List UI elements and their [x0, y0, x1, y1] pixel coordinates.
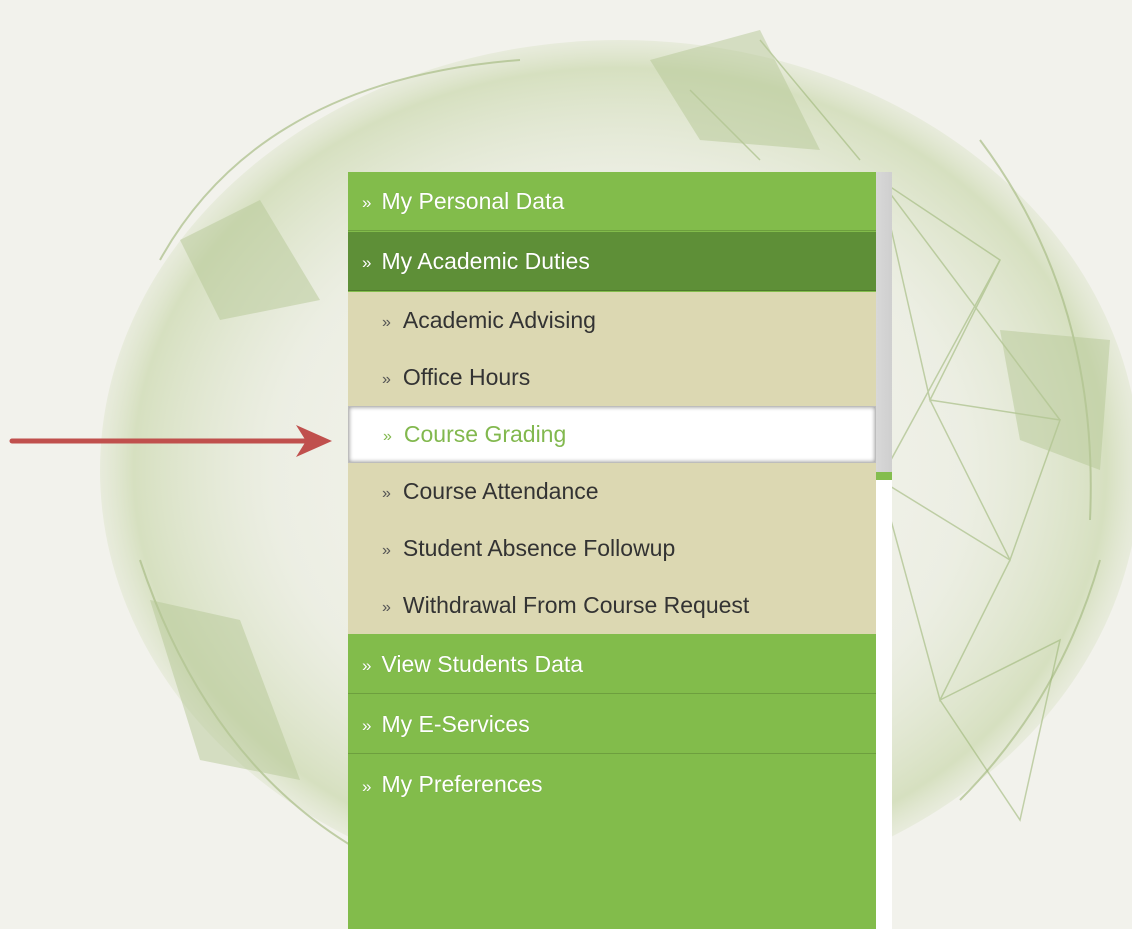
double-chevron-icon: » [362, 716, 372, 735]
menu-item-label: My Academic Duties [381, 247, 590, 274]
double-chevron-icon: » [362, 776, 372, 796]
submenu-item-student-absence-followup[interactable]: » Student Absence Followup [348, 520, 876, 577]
submenu-item-withdrawal-from-course-request[interactable]: » Withdrawal From Course Request [348, 577, 876, 634]
submenu-item-label: Course Grading [403, 421, 567, 447]
double-chevron-icon: » [382, 313, 391, 331]
submenu-item-label: Withdrawal From Course Request [402, 592, 750, 618]
submenu-item-label: Office Hours [402, 364, 531, 390]
side-menu: » My Personal Data » My Academic Duties … [348, 172, 876, 929]
submenu-item-label: Student Absence Followup [402, 535, 676, 561]
double-chevron-icon: » [382, 370, 391, 388]
submenu-item-course-grading[interactable]: » Course Grading [348, 406, 876, 463]
menu-item-my-e-services[interactable]: » My E-Services [348, 695, 876, 754]
menu-scroll-edge [876, 172, 892, 929]
menu-item-label: My Preferences [381, 771, 543, 797]
double-chevron-icon: » [362, 253, 372, 272]
submenu-item-label: Course Attendance [402, 478, 599, 504]
double-chevron-icon: » [362, 193, 372, 212]
menu-item-label: View Students Data [381, 650, 584, 677]
submenu-item-office-hours[interactable]: » Office Hours [348, 349, 876, 406]
content-edge-bar [876, 472, 892, 480]
double-chevron-icon: » [382, 598, 391, 616]
double-chevron-icon: » [382, 541, 391, 559]
double-chevron-icon: » [382, 484, 391, 502]
red-right-arrow-icon [9, 425, 332, 457]
menu-item-my-personal-data[interactable]: » My Personal Data [348, 172, 876, 231]
menu-item-view-students-data[interactable]: » View Students Data [348, 635, 876, 694]
menu-item-my-academic-duties[interactable]: » My Academic Duties [348, 232, 876, 291]
submenu-item-academic-advising[interactable]: » Academic Advising [348, 292, 876, 349]
submenu-item-course-attendance[interactable]: » Course Attendance [348, 463, 876, 520]
menu-item-label: My Personal Data [381, 187, 565, 214]
double-chevron-icon: » [383, 427, 392, 445]
menu-item-my-preferences[interactable]: » My Preferences [348, 755, 876, 814]
double-chevron-icon: » [362, 656, 372, 675]
scroll-track [876, 172, 892, 472]
menu-item-label: My E-Services [381, 710, 530, 737]
submenu-item-label: Academic Advising [402, 307, 596, 333]
